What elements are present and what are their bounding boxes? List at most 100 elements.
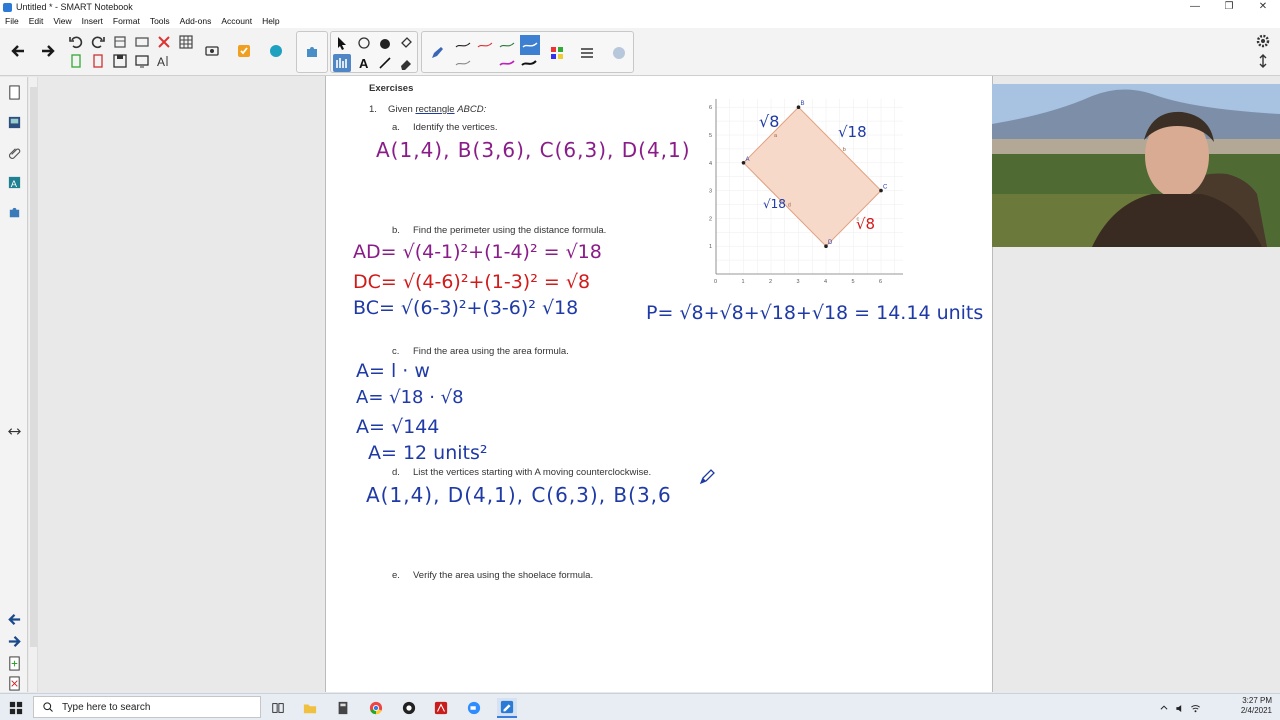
- menu-tools[interactable]: Tools: [145, 16, 175, 26]
- page-sorter-tab-icon[interactable]: [5, 83, 23, 101]
- handwritten-area-formula[interactable]: A= l · w: [356, 360, 430, 382]
- magic-pen-icon[interactable]: [355, 34, 373, 52]
- redo-icon[interactable]: [89, 33, 107, 51]
- given-label: Given: [388, 104, 413, 115]
- pen-style-blue-selected[interactable]: [520, 35, 540, 55]
- handwritten-side-bottom-left[interactable]: √18: [763, 197, 786, 211]
- next-page-icon[interactable]: [5, 632, 23, 650]
- settings-gear-icon[interactable]: [1254, 32, 1272, 50]
- toolbar-move-icon[interactable]: [1254, 52, 1272, 70]
- page-sorter-scrollbar[interactable]: [29, 77, 38, 692]
- handwritten-vertices[interactable]: A(1,4), B(3,6), C(6,3), D(4,1): [376, 138, 691, 162]
- scrollbar-thumb[interactable]: [30, 87, 37, 647]
- add-page-icon[interactable]: [5, 654, 23, 672]
- maximize-button[interactable]: ❐: [1212, 0, 1246, 14]
- shapes-icon[interactable]: [376, 34, 394, 52]
- zoom-icon[interactable]: [464, 698, 484, 718]
- color-palette-icon[interactable]: [548, 44, 566, 62]
- handwritten-side-top-right[interactable]: √18: [838, 123, 867, 141]
- forward-arrow-icon[interactable]: [39, 42, 57, 60]
- properties-tab-icon[interactable]: A: [5, 173, 23, 191]
- pen-style-gray[interactable]: [454, 54, 472, 72]
- menu-help[interactable]: Help: [257, 16, 284, 26]
- page-sorter-icon[interactable]: [67, 52, 85, 70]
- pen-style-black-thick[interactable]: [520, 54, 538, 72]
- menu-view[interactable]: View: [48, 16, 76, 26]
- select-arrow-icon[interactable]: [333, 34, 351, 52]
- document-camera-icon[interactable]: [203, 42, 221, 60]
- handwritten-area-substitution[interactable]: A= √18 · √8: [356, 387, 464, 408]
- menu-file[interactable]: File: [0, 16, 24, 26]
- previous-page-icon[interactable]: [5, 610, 23, 628]
- delete-icon[interactable]: [155, 33, 173, 51]
- calculator-icon[interactable]: [333, 698, 353, 718]
- task-view-icon[interactable]: [268, 698, 288, 718]
- handwritten-area-product[interactable]: A= √144: [356, 416, 439, 438]
- handwritten-side-top-left[interactable]: √8: [759, 112, 779, 131]
- pen-styles-group: [421, 31, 634, 73]
- handwritten-ccw-vertices[interactable]: A(1,4), D(4,1), C(6,3), B(3,6: [366, 483, 672, 507]
- gallery-tab-icon[interactable]: [5, 113, 23, 131]
- import-pdf-icon[interactable]: [89, 52, 107, 70]
- y-tick-label: 4: [709, 161, 712, 167]
- save-icon[interactable]: [111, 52, 129, 70]
- screen-shade-icon[interactable]: [111, 33, 129, 51]
- response-icon[interactable]: [235, 42, 253, 60]
- pens-icon[interactable]: [333, 54, 351, 72]
- pen-style-blue-thin[interactable]: [498, 36, 516, 54]
- menu-add-ons[interactable]: Add-ons: [175, 16, 217, 26]
- table-icon[interactable]: [177, 33, 195, 51]
- line-icon[interactable]: [376, 54, 394, 72]
- text-tool-icon[interactable]: A: [155, 52, 173, 70]
- smart-notebook-taskbar-icon[interactable]: [497, 698, 517, 718]
- handwritten-perimeter[interactable]: P= √8+√8+√18+√18 = 14.14 units: [646, 302, 983, 324]
- add-ons-tab-icon[interactable]: [5, 203, 23, 221]
- clock-date: 2/4/2021: [1240, 706, 1272, 715]
- transparency-icon[interactable]: [610, 44, 628, 62]
- panel-resize-icon[interactable]: [5, 422, 23, 440]
- smart-lab-icon[interactable]: [267, 42, 285, 60]
- handwritten-bc-distance[interactable]: BC= √(6-3)²+(3-6)² √18: [353, 297, 578, 319]
- part-d-label: d.: [392, 467, 400, 478]
- menu-account[interactable]: Account: [216, 16, 257, 26]
- pen-style-magenta[interactable]: [498, 54, 516, 72]
- eraser-icon[interactable]: [397, 54, 415, 72]
- part-e-label: e.: [392, 570, 400, 581]
- file-explorer-icon[interactable]: [300, 698, 320, 718]
- menu-edit[interactable]: Edit: [24, 16, 49, 26]
- pen-icon[interactable]: [428, 44, 446, 62]
- vertex-label: B: [801, 101, 805, 107]
- windows-start-icon[interactable]: [6, 698, 26, 718]
- title-bar: Untitled * - SMART Notebook — ❐ ✕: [0, 0, 1280, 14]
- delete-page-icon[interactable]: [5, 674, 23, 692]
- fill-icon[interactable]: [397, 34, 415, 52]
- undo-icon[interactable]: [67, 33, 85, 51]
- y-tick-label: 3: [709, 189, 712, 195]
- back-arrow-icon[interactable]: [9, 42, 27, 60]
- close-button[interactable]: ✕: [1246, 0, 1280, 14]
- pen-style-black-thin[interactable]: [454, 36, 472, 54]
- attachments-tab-icon[interactable]: [5, 143, 23, 161]
- puzzle-icon[interactable]: [303, 43, 321, 61]
- x-tick-label: 2: [769, 279, 772, 285]
- screen-capture-icon[interactable]: [133, 52, 151, 70]
- handwritten-area-result[interactable]: A= 12 units²: [368, 442, 488, 464]
- chrome-icon[interactable]: [366, 698, 386, 718]
- notebook-page[interactable]: Exercises 1. Given rectangle ABCD: a. Id…: [325, 76, 993, 692]
- acrobat-icon[interactable]: [431, 698, 451, 718]
- system-clock[interactable]: 3:27 PM 2/4/2021: [1241, 696, 1272, 716]
- full-screen-icon[interactable]: [133, 33, 151, 51]
- obs-icon[interactable]: [399, 698, 419, 718]
- taskbar-search-box[interactable]: Type here to search: [33, 696, 261, 718]
- handwritten-side-bottom-right[interactable]: √8: [856, 215, 875, 233]
- menu-format[interactable]: Format: [108, 16, 145, 26]
- network-icon[interactable]: [1185, 698, 1205, 718]
- text-a-icon[interactable]: A: [355, 54, 373, 72]
- menu-bar: File Edit View Insert Format Tools Add-o…: [0, 14, 1280, 28]
- line-style-icon[interactable]: [578, 44, 596, 62]
- minimize-button[interactable]: —: [1178, 0, 1212, 14]
- menu-insert[interactable]: Insert: [77, 16, 108, 26]
- handwritten-ad-distance[interactable]: AD= √(4-1)²+(1-4)² = √18: [353, 241, 602, 263]
- handwritten-dc-distance[interactable]: DC= √(4-6)²+(1-3)² = √8: [353, 271, 590, 293]
- pen-style-red-thin[interactable]: [476, 36, 494, 54]
